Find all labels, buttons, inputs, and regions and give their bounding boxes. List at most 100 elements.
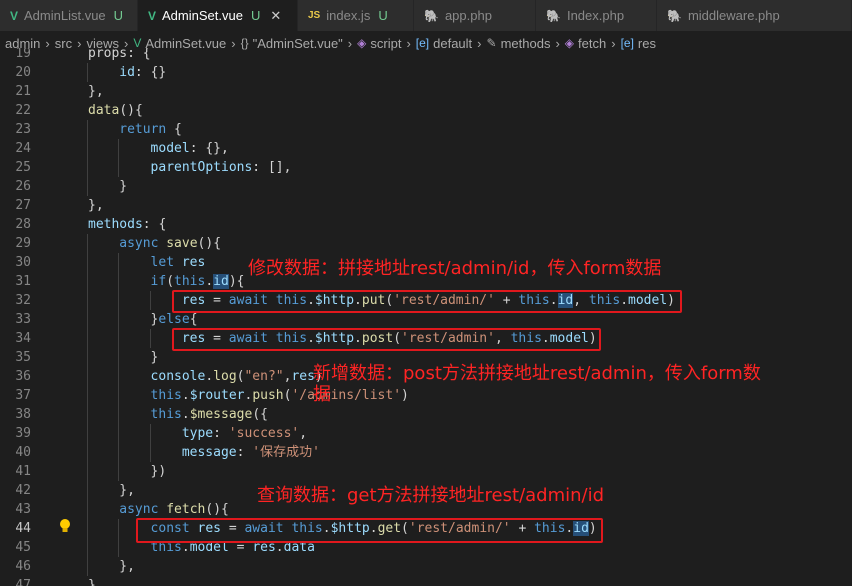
code-line[interactable]: 25 parentOptions: [], (0, 158, 852, 177)
code-text: console.log("en?",res) (151, 367, 323, 386)
line-number: 36 (15, 369, 31, 384)
tab-index-php[interactable]: 🐘 Index.php (536, 0, 657, 31)
line-number: 26 (15, 179, 31, 194)
tab-label: Index.php (566, 8, 625, 23)
code-editor[interactable]: 47} 46}, 45 this.model = res.data 44 const re… (0, 48, 852, 586)
tab-adminlist-vue[interactable]: V AdminList.vue U (0, 0, 138, 31)
untracked-badge: U (378, 8, 388, 23)
lightbulb-icon[interactable] (59, 518, 71, 534)
code-text: }, (119, 481, 135, 500)
indent-guide (87, 63, 88, 82)
indent-guide (118, 462, 120, 481)
line-number: 23 (15, 122, 31, 137)
code-text: parentOptions: [], (151, 158, 292, 177)
indent-guide (118, 272, 120, 291)
line-number: 37 (15, 388, 31, 403)
code-text: }, (88, 196, 104, 215)
code-line[interactable]: 46}, (0, 557, 852, 576)
tab-middleware-php[interactable]: 🐘 middleware.php (657, 0, 852, 31)
code-token: id (213, 274, 229, 289)
code-token: }, (88, 84, 104, 99)
tab-label: app.php (444, 8, 492, 23)
code-line[interactable]: 19 props: { (0, 48, 852, 63)
code-line[interactable]: 21}, (0, 82, 852, 101)
code-token: res (291, 369, 315, 384)
indent-guide (118, 386, 120, 405)
line-number: 42 (15, 483, 31, 498)
line-number: 29 (15, 236, 31, 251)
line-number: 20 (15, 65, 31, 80)
indent-guide (87, 386, 88, 405)
tab-app-php[interactable]: 🐘 app.php (414, 0, 536, 31)
code-line[interactable]: 41}) (0, 462, 852, 481)
indent-guide (149, 291, 151, 310)
code-line[interactable]: 39 type: 'success', (0, 424, 852, 443)
line-number: 34 (15, 331, 31, 346)
untracked-badge: U (250, 8, 261, 23)
code-token: : [], (252, 160, 292, 175)
code-line[interactable]: 40 message: '保存成功' (0, 443, 852, 462)
code-token: } (119, 179, 128, 194)
code-token: props: { (88, 48, 151, 61)
code-text: model: {}, (151, 139, 229, 158)
code-line[interactable]: 37 this.$router.push('/admins/list') (0, 386, 852, 405)
code-line[interactable]: 47} (0, 576, 852, 586)
code-token: id (119, 65, 135, 80)
indent-guide (87, 481, 88, 500)
code-token: (){ (197, 236, 222, 251)
code-text: id: {} (119, 63, 166, 82)
code-token: $router (189, 388, 245, 403)
indent-guide (87, 120, 88, 139)
code-token: console (150, 369, 206, 384)
code-line[interactable]: 23 return { (0, 120, 852, 139)
code-token: ) (401, 388, 409, 403)
indent-guide (87, 310, 88, 329)
indent-guide (87, 367, 88, 386)
line-number: 35 (15, 350, 31, 365)
indent-guide (87, 462, 88, 481)
code-token: , (299, 426, 308, 441)
code-line[interactable]: 24 model: {}, (0, 139, 852, 158)
code-token: return (119, 122, 167, 137)
line-number: 45 (15, 540, 31, 555)
code-token: : { (142, 217, 167, 232)
indent-guide (118, 253, 120, 272)
indent-guide (87, 557, 88, 576)
indent-guide (87, 519, 88, 538)
code-text: data(){ (88, 101, 143, 120)
code-line[interactable]: 28 methods: { (0, 215, 852, 234)
line-number: 27 (15, 198, 31, 213)
code-token: this (150, 407, 182, 422)
code-token: (){ (205, 502, 229, 517)
update-annotation: 修改数据：拼接地址rest/admin/id，传入form数据 (248, 258, 662, 279)
code-line[interactable]: 29 async save(){ (0, 234, 852, 253)
line-number: 38 (15, 407, 31, 422)
code-token: log (213, 369, 237, 384)
indent-guide (87, 405, 88, 424)
code-text: let res (151, 253, 206, 272)
line-number: 30 (15, 255, 31, 270)
code-token: push (252, 388, 284, 403)
tab-adminset-vue[interactable]: V AdminSet.vue U ✕ (138, 0, 298, 31)
update-highlight-box (172, 290, 682, 313)
code-line[interactable]: 22 data(){ (0, 101, 852, 120)
close-icon[interactable]: ✕ (270, 8, 281, 24)
code-token: }, (119, 559, 135, 574)
indent-guide (87, 443, 88, 462)
line-number: 43 (15, 502, 31, 517)
indent-guide (87, 158, 88, 177)
tab-index-js[interactable]: JS index.js U (298, 0, 414, 31)
code-line[interactable]: 20 id: {} (0, 63, 852, 82)
code-token: (){ (119, 103, 143, 118)
code-line[interactable]: 26} (0, 177, 852, 196)
code-text: methods: { (88, 215, 166, 234)
code-token: : {}, (189, 141, 229, 156)
code-text: return { (119, 120, 182, 139)
tab-label: index.js (326, 8, 371, 23)
code-line[interactable]: 27}, (0, 196, 852, 215)
code-line[interactable]: 38 this.$message({ (0, 405, 852, 424)
line-number: 33 (15, 312, 31, 327)
code-token: { (166, 122, 182, 137)
code-text: }, (119, 557, 135, 576)
code-token: data (88, 103, 120, 118)
